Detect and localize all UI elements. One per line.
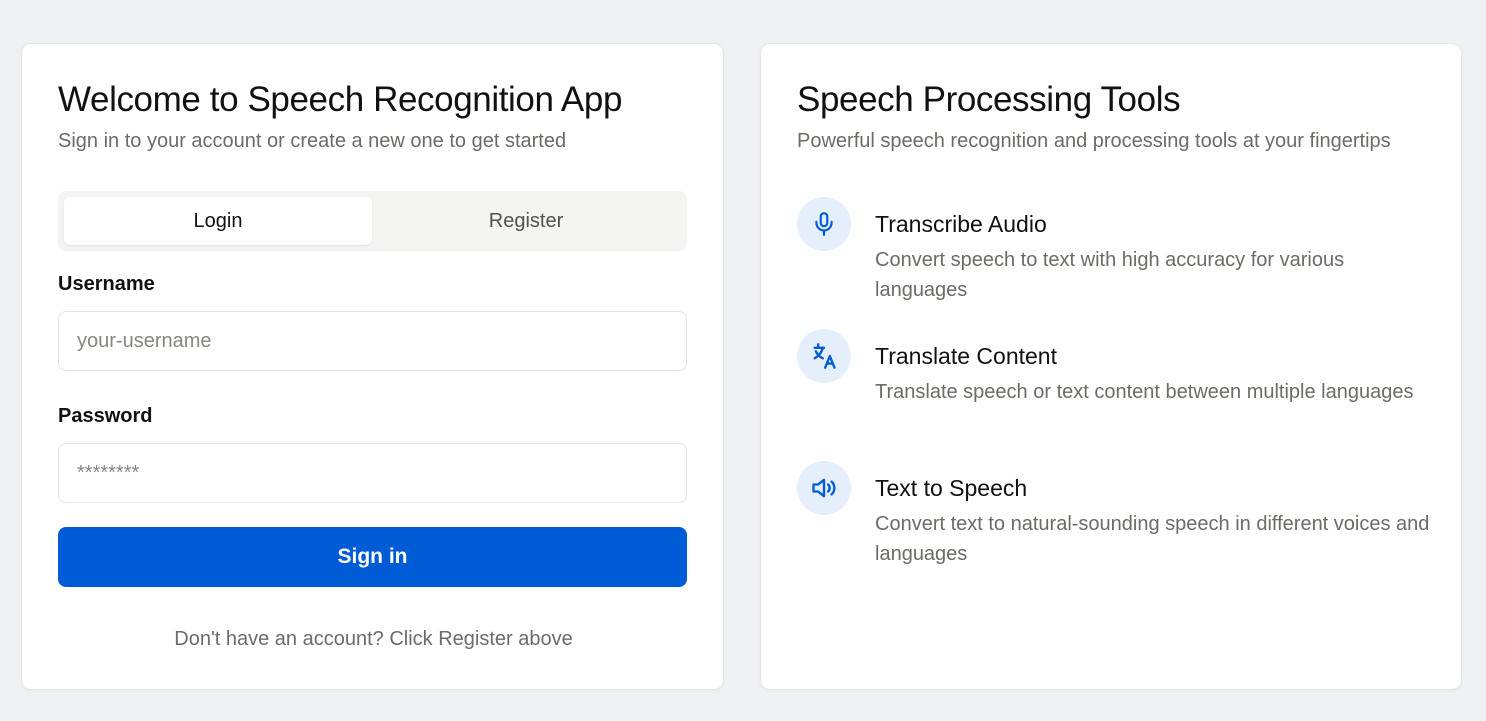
feature-title: Translate Content: [875, 343, 1057, 369]
register-hint: Don't have an account? Click Register ab…: [174, 628, 573, 650]
feature-description: Convert speech to text with high accurac…: [875, 249, 1345, 301]
password-input[interactable]: [58, 443, 687, 503]
tab-register[interactable]: Register: [372, 197, 680, 245]
tools-card-title: Speech Processing Tools: [797, 80, 1181, 119]
username-label: Username: [58, 273, 155, 295]
login-card: Welcome to Speech Recognition App Sign i…: [21, 43, 724, 690]
feature-title: Text to Speech: [875, 475, 1028, 501]
speaker-icon: [797, 461, 851, 515]
feature-title: Transcribe Audio: [875, 211, 1047, 237]
microphone-icon: [797, 197, 851, 251]
feature-description: Convert text to natural-sounding speech …: [875, 513, 1430, 565]
tools-card: Speech Processing Tools Powerful speech …: [760, 43, 1462, 690]
login-card-subtitle: Sign in to your account or create a new …: [58, 130, 567, 152]
username-input[interactable]: [58, 311, 687, 371]
tab-login[interactable]: Login: [64, 197, 372, 245]
translate-icon: [797, 329, 851, 383]
tools-card-subtitle: Powerful speech recognition and processi…: [797, 130, 1391, 152]
password-label: Password: [58, 405, 153, 427]
login-card-title: Welcome to Speech Recognition App: [58, 80, 623, 119]
feature-description: Translate speech or text content between…: [875, 381, 1414, 403]
sign-in-button[interactable]: Sign in: [58, 527, 687, 587]
auth-tabs: Login Register: [58, 191, 687, 251]
page: Welcome to Speech Recognition App Sign i…: [0, 0, 1486, 721]
